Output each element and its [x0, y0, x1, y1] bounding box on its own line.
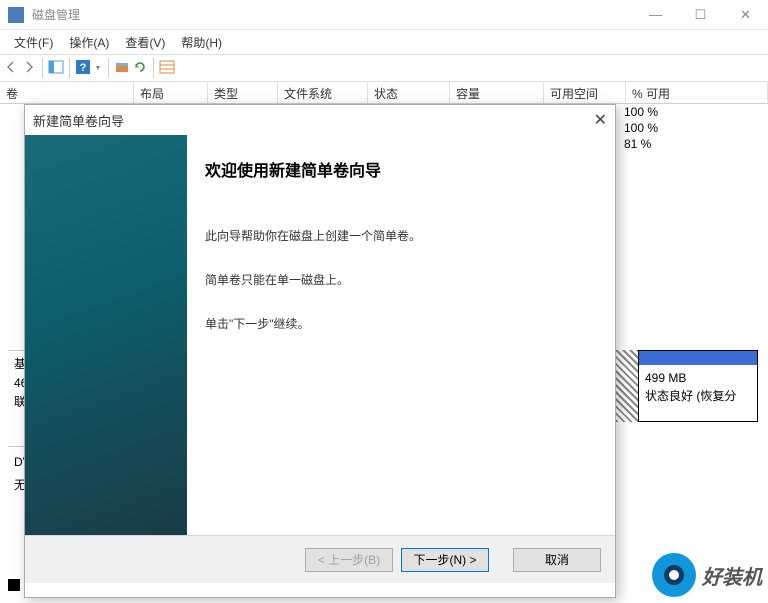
wizard-paragraph: 此向导帮助你在磁盘上创建一个简单卷。 — [205, 227, 595, 245]
wizard-close-button[interactable]: ✕ — [581, 110, 607, 130]
menu-help[interactable]: 帮助(H) — [173, 31, 230, 54]
minimize-button[interactable]: — — [633, 1, 678, 29]
legend-unallocated — [8, 579, 20, 591]
close-button[interactable]: ✕ — [723, 1, 768, 29]
menu-action[interactable]: 操作(A) — [61, 31, 117, 54]
col-layout[interactable]: 布局 — [134, 82, 208, 103]
separator — [153, 58, 154, 78]
wizard-titlebar: 新建简单卷向导 ✕ — [25, 105, 615, 135]
menu-view[interactable]: 查看(V) — [117, 31, 173, 54]
cancel-button[interactable]: 取消 — [513, 548, 601, 572]
wizard-title-text: 新建简单卷向导 — [33, 111, 581, 130]
next-button[interactable]: 下一步(N) > — [401, 548, 489, 572]
app-title: 磁盘管理 — [32, 6, 633, 23]
partition-strip: 499 MB 状态良好 (恢复分 — [616, 350, 758, 422]
col-volume[interactable]: 卷 — [0, 82, 134, 103]
partition-size: 499 MB — [645, 369, 751, 387]
hatched-region — [616, 350, 638, 422]
maximize-button[interactable]: ☐ — [678, 1, 723, 29]
watermark: 好装机 — [652, 553, 762, 597]
wizard-heading: 欢迎使用新建简单卷向导 — [205, 157, 595, 181]
back-icon[interactable] — [3, 59, 19, 78]
list-icon[interactable] — [159, 60, 175, 77]
refresh-icon[interactable] — [132, 59, 148, 78]
col-pct[interactable]: % 可用 — [626, 82, 768, 103]
wizard-paragraph: 单击"下一步"继续。 — [205, 315, 595, 333]
col-free[interactable]: 可用空间 — [544, 82, 626, 103]
wizard-paragraph: 简单卷只能在单一磁盘上。 — [205, 271, 595, 289]
svg-text:?: ? — [80, 62, 87, 74]
watermark-text: 好装机 — [702, 561, 762, 590]
col-capacity[interactable]: 容量 — [450, 82, 544, 103]
column-headers: 卷 布局 类型 文件系统 状态 容量 可用空间 % 可用 — [0, 82, 768, 104]
forward-icon[interactable] — [21, 59, 37, 78]
dropdown-icon[interactable]: ▼ — [93, 57, 103, 79]
partition-color-stripe — [639, 351, 757, 365]
separator — [108, 58, 109, 78]
partition-box[interactable]: 499 MB 状态良好 (恢复分 — [638, 350, 758, 422]
back-button: < 上一步(B) — [305, 548, 393, 572]
col-status[interactable]: 状态 — [368, 82, 450, 103]
watermark-logo-icon — [652, 553, 696, 597]
wizard-content: 欢迎使用新建简单卷向导 此向导帮助你在磁盘上创建一个简单卷。 简单卷只能在单一磁… — [187, 135, 615, 535]
menu-file[interactable]: 文件(F) — [6, 31, 61, 54]
app-icon — [8, 7, 24, 23]
row-pct: 100 % — [624, 104, 760, 120]
wizard-button-row: < 上一步(B) 下一步(N) > 取消 — [25, 535, 615, 583]
row-pct: 81 % — [624, 136, 760, 152]
title-bar: 磁盘管理 — ☐ ✕ — [0, 0, 768, 30]
toolbar: ? ▼ — [0, 54, 768, 82]
separator — [69, 58, 70, 78]
col-type[interactable]: 类型 — [208, 82, 278, 103]
wizard-body: 欢迎使用新建简单卷向导 此向导帮助你在磁盘上创建一个简单卷。 简单卷只能在单一磁… — [25, 135, 615, 535]
col-filesystem[interactable]: 文件系统 — [278, 82, 368, 103]
partition-status: 状态良好 (恢复分 — [645, 387, 751, 405]
row-pct: 100 % — [624, 120, 760, 136]
panel-icon[interactable] — [48, 60, 64, 77]
menu-bar: 文件(F) 操作(A) 查看(V) 帮助(H) — [0, 30, 768, 54]
wizard-side-graphic — [25, 135, 187, 535]
wizard-dialog: 新建简单卷向导 ✕ 欢迎使用新建简单卷向导 此向导帮助你在磁盘上创建一个简单卷。… — [24, 104, 616, 598]
settings-icon[interactable] — [114, 60, 130, 77]
help-icon[interactable]: ? — [75, 59, 91, 78]
legend-swatch — [8, 579, 20, 591]
separator — [42, 58, 43, 78]
